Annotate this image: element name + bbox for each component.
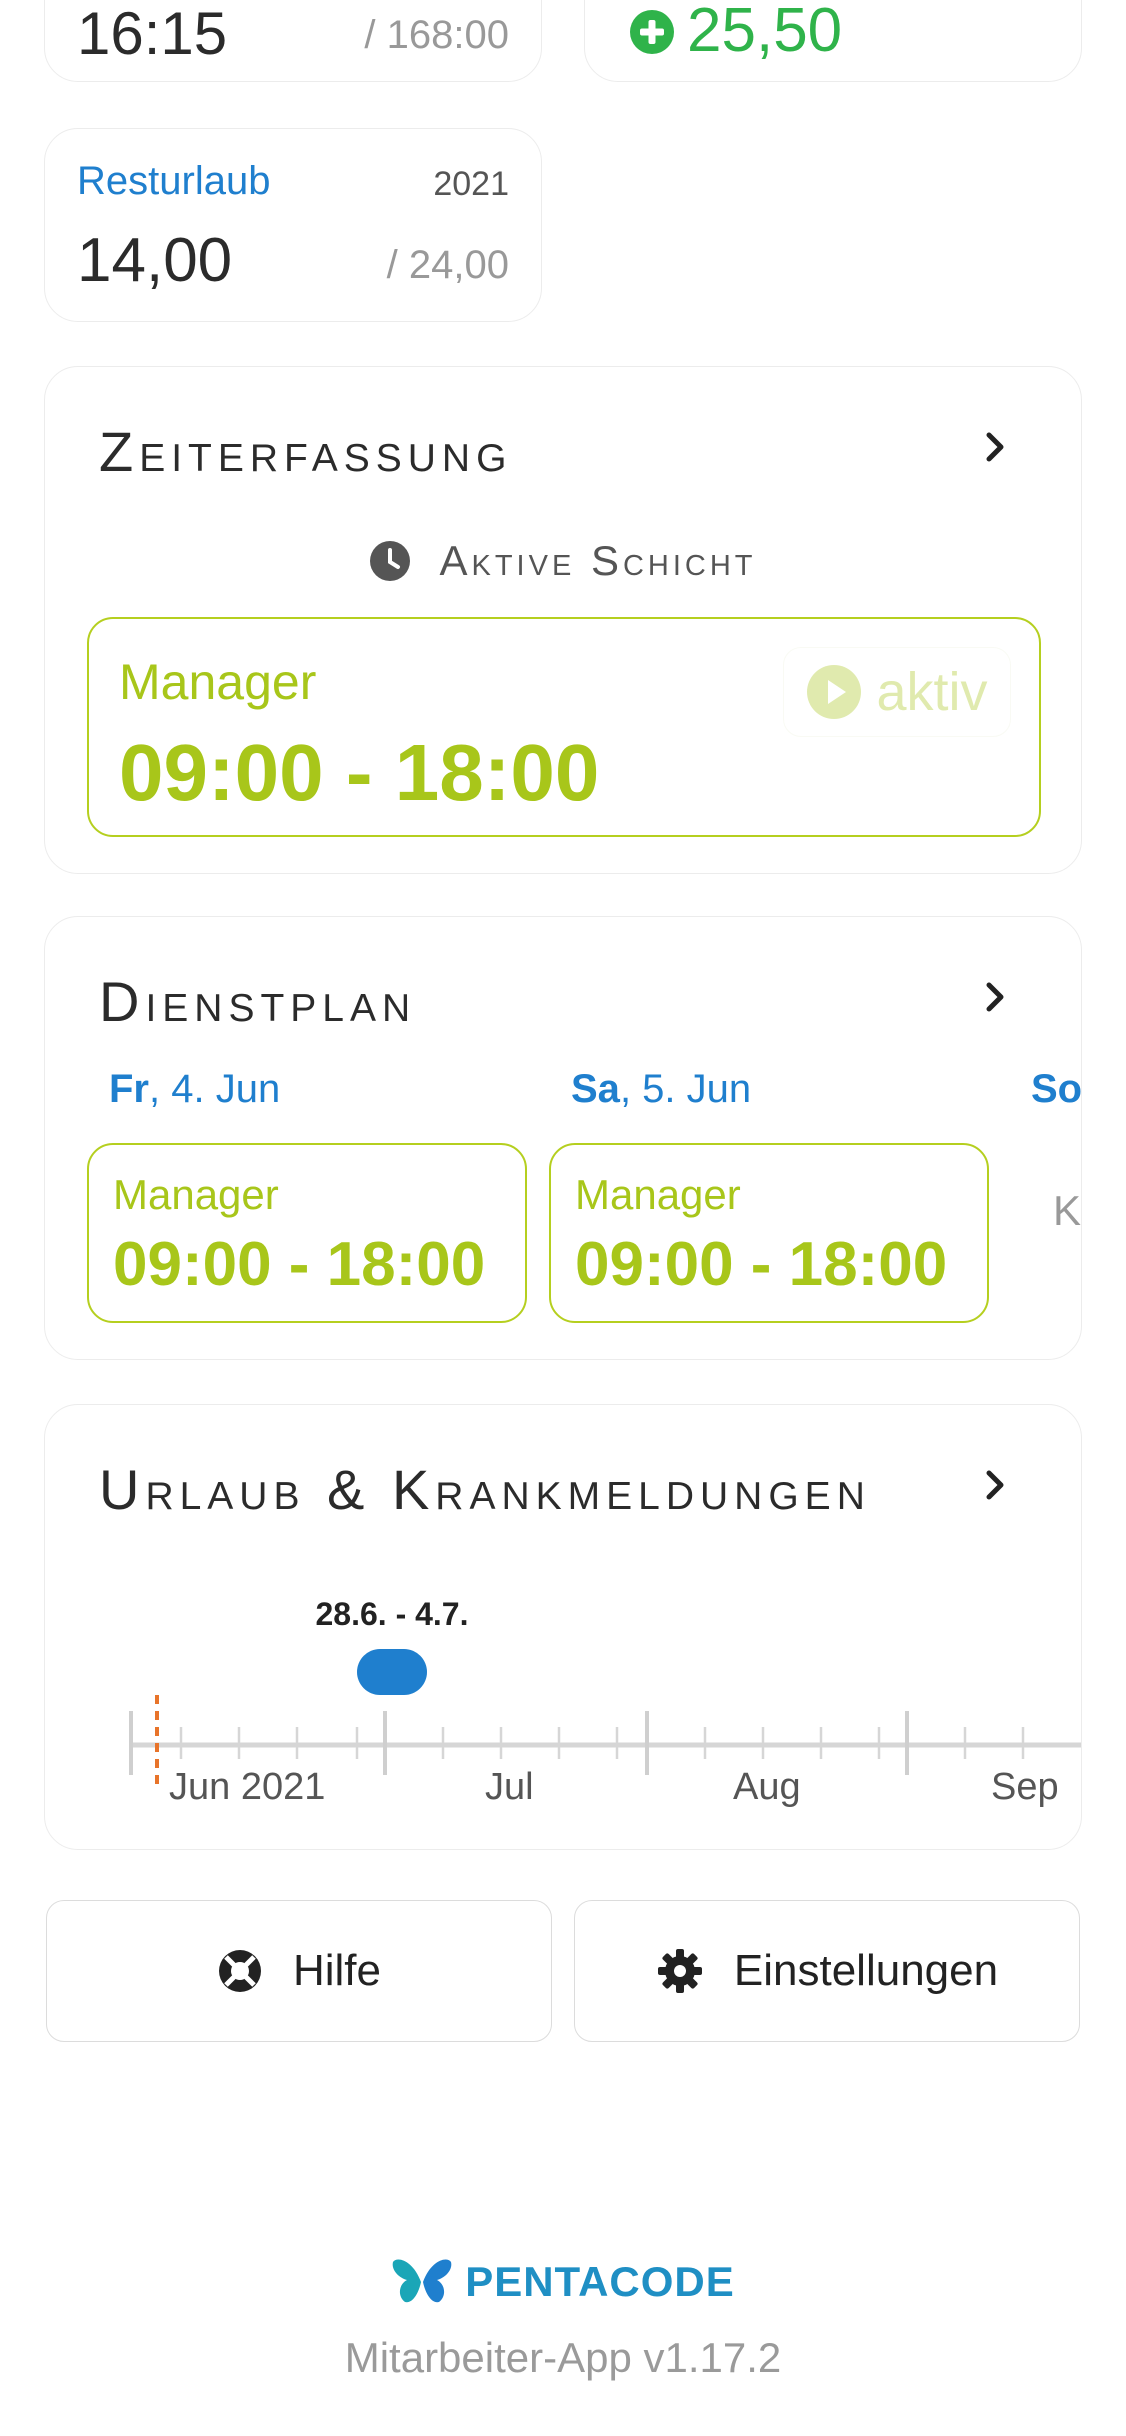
month-label: Jun 2021	[169, 1766, 325, 1808]
day-header-sa: Sa, 5. Jun	[571, 1067, 751, 1112]
active-shift-time: 09:00 - 18:00	[119, 728, 600, 817]
day-dow: Sa	[571, 1067, 620, 1111]
shift-role: Manager	[575, 1171, 741, 1218]
shift-card-fr[interactable]: Manager 09:00 - 18:00	[87, 1143, 527, 1323]
play-circle-icon	[807, 665, 862, 719]
chevron-right-icon[interactable]	[975, 977, 1015, 1017]
shift-role: Manager	[113, 1171, 279, 1218]
help-button[interactable]: Hilfe	[46, 1900, 552, 2042]
active-shift-role: Manager	[119, 654, 317, 710]
help-label: Hilfe	[292, 1946, 382, 1995]
hours-total: / 168:00	[364, 13, 509, 57]
vacation-label: Resturlaub	[77, 159, 271, 203]
shift-card-sa[interactable]: Manager 09:00 - 18:00	[549, 1143, 989, 1323]
gear-icon	[657, 1949, 702, 1993]
zeiterfassung-card: Zeiterfassung Aktive Schicht Manager 09:…	[44, 366, 1082, 874]
plus-circle-icon	[630, 10, 674, 54]
active-status-badge: aktiv	[783, 647, 1011, 737]
brand-name: PENTACODE	[465, 2258, 735, 2305]
vacation-value: 14,00	[77, 226, 233, 295]
vacation-timeline[interactable]: 28.6. - 4.7. Jun 2021 Jul Aug Sep	[45, 1575, 1081, 1815]
settings-button[interactable]: Einstellungen	[574, 1900, 1080, 2042]
zeiterfassung-title: Zeiterfassung	[99, 420, 513, 483]
urlaub-card: Urlaub & Krankmeldungen 28.6. - 4.7. Jun…	[44, 1404, 1082, 1850]
balance-value: 25,50	[687, 0, 843, 65]
chevron-right-icon[interactable]	[975, 427, 1015, 467]
urlaub-title: Urlaub & Krankmeldungen	[99, 1458, 871, 1521]
vacation-total: / 24,00	[386, 243, 509, 287]
settings-label: Einstellungen	[733, 1946, 999, 1995]
active-shift-heading: Aktive Schicht	[45, 537, 1081, 585]
dienstplan-card: Dienstplan Fr, 4. Jun Manager 09:00 - 18…	[44, 916, 1082, 1360]
month-label: Jul	[485, 1766, 534, 1808]
day-header-so: So	[1031, 1067, 1082, 1112]
day-header-fr: Fr, 4. Jun	[109, 1067, 280, 1112]
day-date: , 5. Jun	[619, 1067, 752, 1111]
butterfly-logo-icon	[392, 2259, 452, 2303]
vacation-event-label: 28.6. - 4.7.	[316, 1596, 469, 1632]
active-shift-label: Aktive Schicht	[439, 537, 757, 584]
app-version: Mitarbeiter-App v1.17.2	[344, 2334, 782, 2381]
active-status-label: aktiv	[876, 662, 988, 722]
shift-time: 09:00 - 18:00	[113, 1230, 486, 1299]
day-dow: So	[1031, 1067, 1082, 1111]
month-label: Sep	[991, 1766, 1059, 1808]
day-note: K	[1053, 1187, 1082, 1234]
day-dow: Fr	[109, 1067, 149, 1111]
month-label: Aug	[733, 1766, 801, 1808]
vacation-bar	[357, 1649, 427, 1695]
day-date: , 4. Jun	[149, 1067, 281, 1111]
vacation-year: 2021	[433, 165, 509, 203]
dienstplan-title: Dienstplan	[99, 970, 417, 1033]
chevron-right-icon[interactable]	[975, 1465, 1015, 1505]
shift-time: 09:00 - 18:00	[575, 1230, 948, 1299]
brand-logo: PENTACODE	[0, 2256, 1126, 2308]
clock-icon	[370, 541, 411, 581]
balance-card: 25,50	[584, 0, 1082, 82]
vacation-card[interactable]: Resturlaub 2021 14,00 / 24,00	[44, 128, 542, 322]
hours-value: 16:15	[77, 0, 228, 67]
active-shift-card[interactable]: Manager 09:00 - 18:00 aktiv	[87, 617, 1041, 837]
hours-card: 16:15 / 168:00	[44, 0, 542, 82]
lifebuoy-icon	[218, 1950, 261, 1992]
